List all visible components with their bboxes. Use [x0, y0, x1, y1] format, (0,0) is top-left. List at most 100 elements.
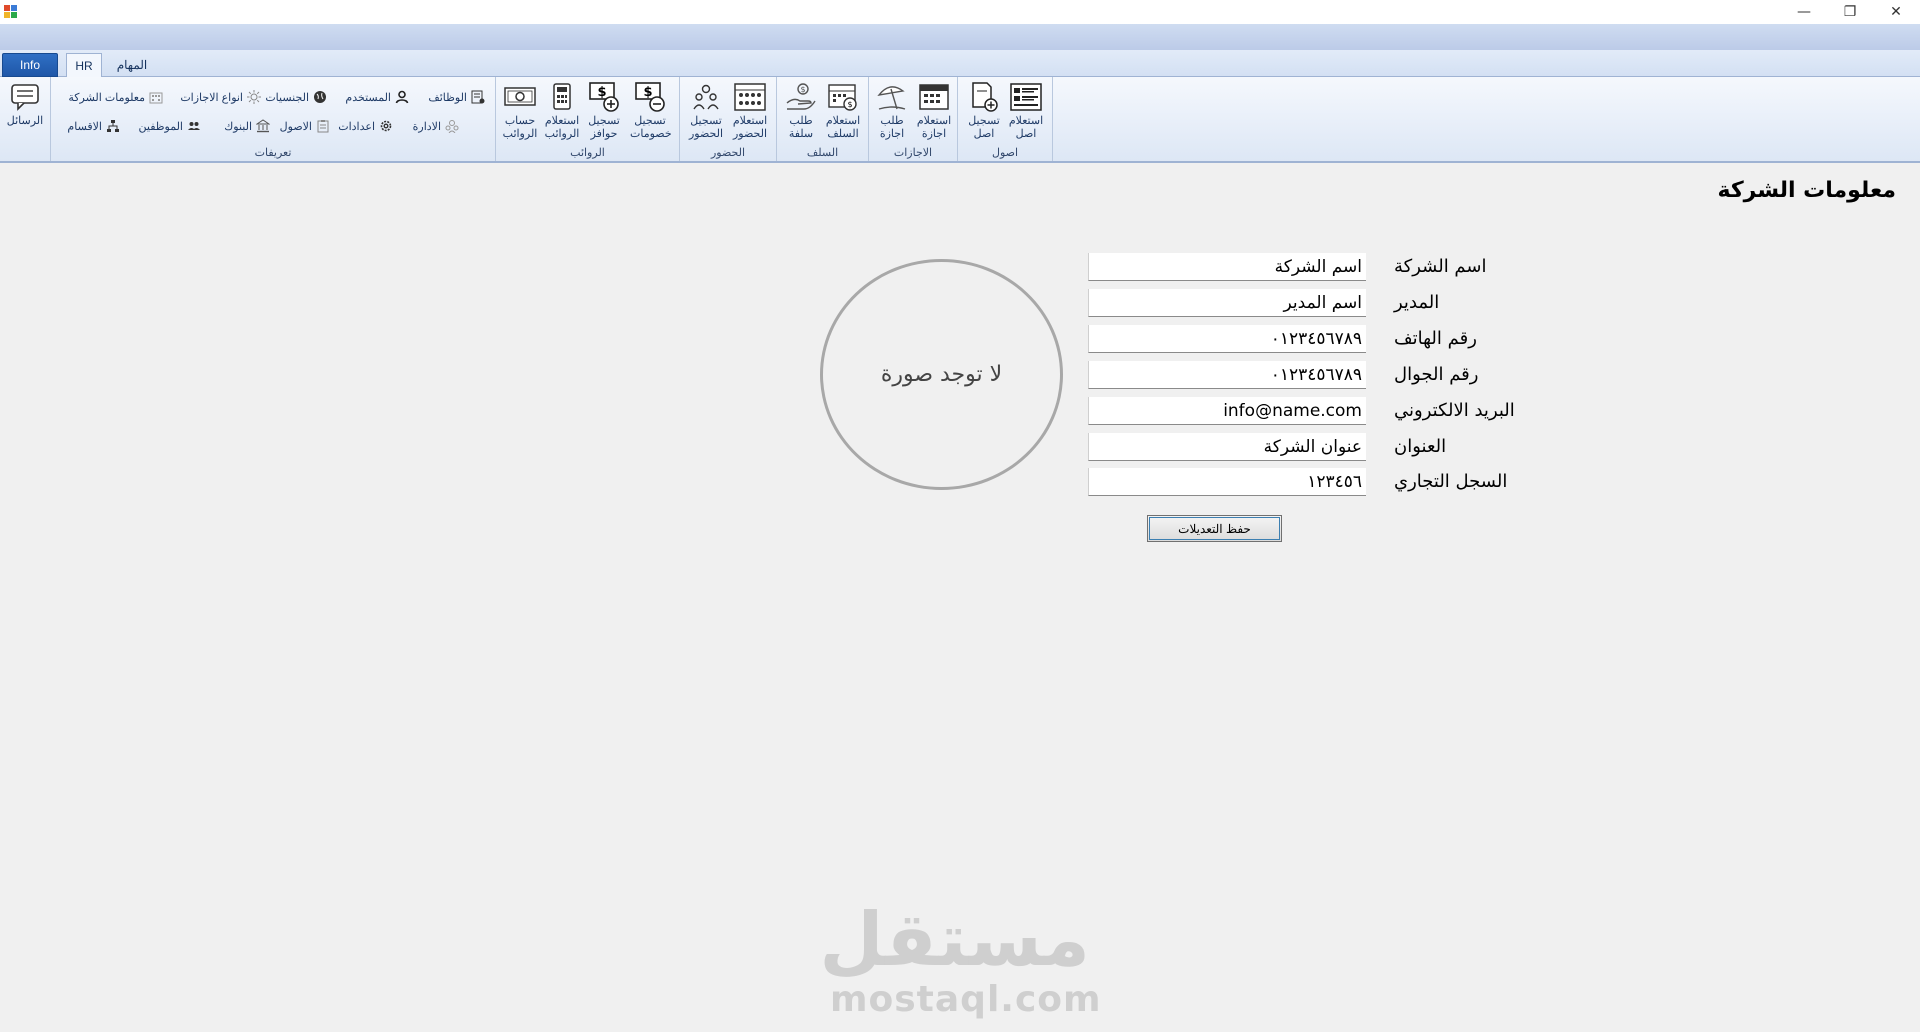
mobile-field[interactable] [1088, 361, 1366, 389]
settings-label: اعدادات [338, 120, 375, 133]
email-field[interactable] [1088, 397, 1366, 425]
employees-label: الموظفين [138, 120, 183, 133]
nationalities-label: الجنسيات [265, 91, 309, 104]
administration-label: الادارة [412, 120, 441, 133]
watermark-latin: mostaql.com [830, 979, 1102, 1020]
employees-button[interactable]: الموظفين [139, 116, 201, 136]
attendance-inquiry-label-1: استعلام [732, 115, 768, 127]
leave-inquiry-button[interactable]: استعلام اجازة [914, 81, 954, 143]
advance-inquiry-label-1: استعلام [825, 115, 861, 127]
admin-icon [445, 120, 459, 133]
group-assets: تسجيل اصل استعلام اصل اصول [958, 77, 1053, 161]
leave-request-button[interactable]: طلب اجازة [872, 81, 912, 143]
phone-field[interactable] [1088, 325, 1366, 353]
incentives-label-2: حوافز [590, 128, 618, 140]
company-info-label: معلومات الشركة [68, 91, 145, 104]
leave-types-label: انواع الاجازات [180, 91, 243, 104]
user-label: المستخدم [345, 91, 391, 104]
leave-types-button[interactable]: انواع الاجازات [180, 87, 261, 107]
asset-inquiry-button[interactable]: استعلام اصل [1006, 81, 1046, 143]
company-info-button[interactable]: معلومات الشركة [68, 87, 163, 107]
calendar-icon [917, 81, 951, 113]
manager-field[interactable] [1088, 289, 1366, 317]
leave-inquiry-label-1: استعلام [916, 115, 952, 127]
team-icon [689, 81, 723, 113]
svg-text:$: $ [800, 85, 805, 94]
sun-icon [247, 90, 261, 104]
departments-button[interactable]: الاقسام [67, 116, 120, 136]
jobs-icon [471, 90, 485, 104]
jobs-button[interactable]: الوظائف [428, 87, 485, 107]
svg-text:$: $ [597, 85, 606, 100]
address-field[interactable] [1088, 433, 1366, 461]
attendance-register-button[interactable]: تسجيل الحضور [686, 81, 726, 143]
document-add-icon [967, 81, 1001, 113]
tab-tasks[interactable]: المهام [110, 53, 154, 77]
user-button[interactable]: المستخدم [345, 87, 409, 107]
ribbon-tab-strip: Info HR المهام [0, 50, 1920, 77]
gear-icon [380, 120, 392, 132]
deductions-button[interactable]: $ تسجيل خصومات [630, 81, 672, 143]
hand-coin-icon: $ [784, 81, 818, 113]
asset-register-button[interactable]: تسجيل اصل [964, 81, 1004, 143]
ribbon-panel: الرسائل الوظائف المستخدم الجنسيات انواع … [0, 77, 1920, 163]
hierarchy-icon [107, 120, 119, 132]
calculator-icon [545, 81, 579, 113]
money-icon [503, 81, 537, 113]
company-name-field[interactable] [1088, 253, 1366, 281]
no-image-text: لا توجد صورة [880, 362, 1003, 387]
salary-inquiry-label-1: استعلام [544, 115, 580, 127]
asset-register-label-2: اصل [973, 128, 995, 140]
salary-inquiry-label-2: الروائب [544, 128, 580, 140]
administration-button[interactable]: الادارة [413, 116, 459, 136]
company-logo-placeholder[interactable]: لا توجد صورة [820, 259, 1063, 490]
messages-button[interactable]: الرسائل [5, 81, 45, 143]
attendance-register-label-1: تسجيل [690, 115, 722, 127]
group-salaries: حساب الروائب استعلام الروائب $ تسجيل حوا… [496, 77, 680, 161]
group-label-definitions: تعريفات [254, 147, 292, 159]
commercial-register-field[interactable] [1088, 468, 1366, 496]
manager-label: المدير [1394, 292, 1440, 313]
salary-inquiry-button[interactable]: استعلام الروائب [542, 81, 582, 143]
leave-request-label-2: اجازة [879, 128, 905, 140]
minimize-button[interactable]: — [1781, 0, 1827, 24]
group-label-assets: اصول [991, 147, 1019, 159]
watermark-arabic: مستقل [819, 897, 1090, 983]
asset-inquiry-label-1: استعلام [1008, 115, 1044, 127]
close-button[interactable]: ✕ [1873, 0, 1919, 24]
tab-info[interactable]: Info [2, 53, 58, 77]
commercial-register-label: السجل التجاري [1394, 471, 1508, 492]
tab-hr[interactable]: HR [66, 53, 102, 77]
banks-button[interactable]: البنوك [224, 116, 270, 136]
email-label: البريد الالكتروني [1394, 400, 1515, 421]
restore-button[interactable]: ❐ [1827, 0, 1873, 24]
svg-text:$: $ [643, 85, 652, 100]
assets-button[interactable]: الاصول [280, 116, 330, 136]
salary-calc-button[interactable]: حساب الروائب [500, 81, 540, 143]
phone-label: رقم الهاتف [1394, 328, 1477, 349]
svg-text:$: $ [847, 100, 852, 109]
incentives-button[interactable]: $ تسجيل حوافز [584, 81, 624, 143]
group-definitions: الوظائف المستخدم الجنسيات انواع الاجازات… [51, 77, 496, 161]
people-icon [188, 122, 200, 130]
attendance-register-label-2: الحضور [688, 128, 724, 140]
jobs-label: الوظائف [428, 91, 467, 104]
attendance-inquiry-button[interactable]: استعلام الحضور [730, 81, 770, 143]
attendance-inquiry-label-2: الحضور [732, 128, 768, 140]
message-icon [8, 81, 42, 113]
deductions-label-1: تسجيل [634, 115, 666, 127]
advance-inquiry-button[interactable]: $ استعلام السلف [823, 81, 863, 143]
company-name-label: اسم الشركة [1394, 256, 1487, 277]
mobile-label: رقم الجوال [1394, 364, 1479, 385]
banks-label: البنوك [224, 120, 252, 133]
asset-register-label-1: تسجيل [968, 115, 1000, 127]
address-label: العنوان [1394, 436, 1447, 457]
save-changes-button[interactable]: حفظ التعديلات [1147, 515, 1282, 542]
nationalities-button[interactable]: الجنسيات [265, 87, 327, 107]
globe-icon [314, 91, 326, 103]
advance-request-button[interactable]: $ طلب سلفة [781, 81, 821, 143]
calendar-money-icon: $ [826, 81, 860, 113]
settings-button[interactable]: اعدادات [338, 116, 393, 136]
group-label-leaves: الاجازات [893, 147, 933, 159]
user-icon [395, 90, 409, 104]
